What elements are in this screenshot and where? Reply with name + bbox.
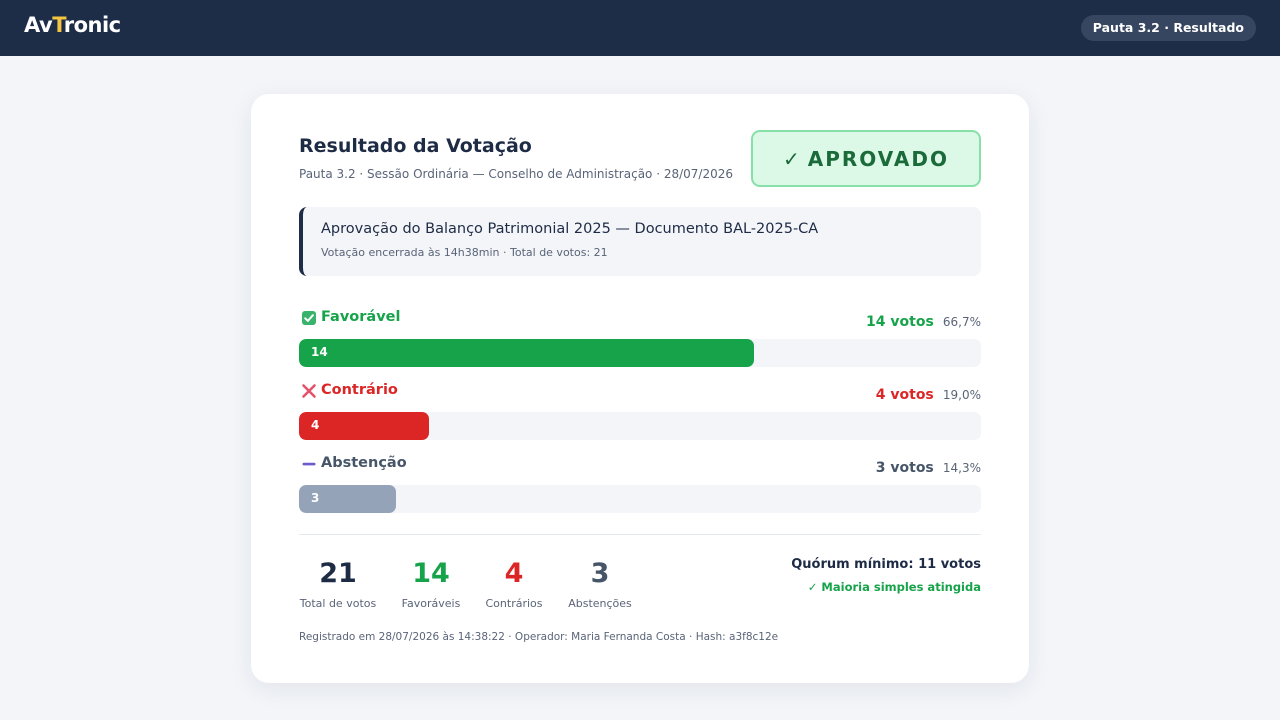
check-square-icon bbox=[302, 311, 316, 325]
vote-bar-fill: 3 bbox=[299, 485, 397, 513]
agenda-badge: Pauta 3.2 · Resultado bbox=[1080, 15, 1256, 41]
audit-footer: Registrado em 28/07/2026 às 14:38:22 · O… bbox=[299, 631, 779, 643]
vote-bar-track: 4 bbox=[299, 412, 981, 440]
vote-bar-fill: 4 bbox=[299, 412, 429, 440]
bar-count-label: 3 bbox=[311, 491, 320, 505]
option-label: Favorável bbox=[321, 309, 401, 325]
vote-bar-track: 3 bbox=[299, 485, 981, 513]
stat-favorable: 14 Favoráveis bbox=[399, 556, 463, 610]
option-votes: 3 votos bbox=[875, 460, 934, 476]
check-icon: ✓ bbox=[783, 146, 800, 171]
page-title: Resultado da Votação bbox=[299, 135, 532, 157]
stat-value: 3 bbox=[590, 558, 610, 589]
session-subtitle: Pauta 3.2 · Sessão Ordinária — Conselho … bbox=[299, 167, 733, 181]
vote-bar-fill: 14 bbox=[299, 339, 754, 367]
motion-title: Aprovação do Balanço Patrimonial 2025 — … bbox=[321, 221, 819, 237]
stat-abstentions: 3 Abstenções bbox=[565, 556, 635, 610]
option-favorable: Favorável 14 votos 66,7% 14 bbox=[299, 308, 981, 368]
stat-label: Favoráveis bbox=[401, 597, 461, 610]
option-against: Contrário 4 votos 19,0% 4 bbox=[299, 381, 981, 441]
top-bar: AvTronic Pauta 3.2 · Resultado bbox=[0, 0, 1280, 56]
stat-value: 4 bbox=[504, 558, 524, 589]
option-label: Contrário bbox=[321, 382, 398, 398]
option-percentage: 14,3% bbox=[942, 461, 981, 475]
motion-meta: Votação encerrada às 14h38min · Total de… bbox=[321, 246, 608, 259]
option-label: Abstenção bbox=[321, 455, 407, 471]
quorum-label: Quórum mínimo: 11 votos bbox=[791, 557, 981, 572]
status-label: APROVADO bbox=[807, 146, 949, 171]
stat-label: Abstenções bbox=[568, 597, 632, 610]
stat-label: Total de votos bbox=[299, 597, 377, 610]
stat-against: 4 Contrários bbox=[483, 556, 545, 610]
option-votes: 14 votos bbox=[866, 314, 934, 330]
option-abstention: Abstenção 3 votos 14,3% 3 bbox=[299, 454, 981, 514]
approved-badge: ✓ APROVADO bbox=[751, 130, 981, 187]
motion-box: Aprovação do Balanço Patrimonial 2025 — … bbox=[299, 207, 981, 276]
bar-count-label: 14 bbox=[311, 345, 328, 359]
minus-icon bbox=[302, 462, 316, 466]
bar-count-label: 4 bbox=[311, 418, 320, 432]
divider bbox=[299, 534, 981, 535]
x-mark-icon bbox=[302, 384, 316, 398]
vote-bar-track: 14 bbox=[299, 339, 981, 367]
stat-label: Contrários bbox=[485, 597, 543, 610]
logo: AvTronic bbox=[24, 13, 121, 37]
stat-value: 21 bbox=[319, 558, 357, 589]
result-card: Resultado da Votação Pauta 3.2 · Sessão … bbox=[251, 94, 1029, 683]
option-percentage: 19,0% bbox=[942, 388, 981, 402]
option-percentage: 66,7% bbox=[942, 315, 981, 329]
stat-value: 14 bbox=[412, 558, 450, 589]
option-votes: 4 votos bbox=[875, 387, 934, 403]
majority-status: ✓ Maioria simples atingida bbox=[807, 580, 981, 594]
stat-total: 21 Total de votos bbox=[299, 556, 377, 610]
